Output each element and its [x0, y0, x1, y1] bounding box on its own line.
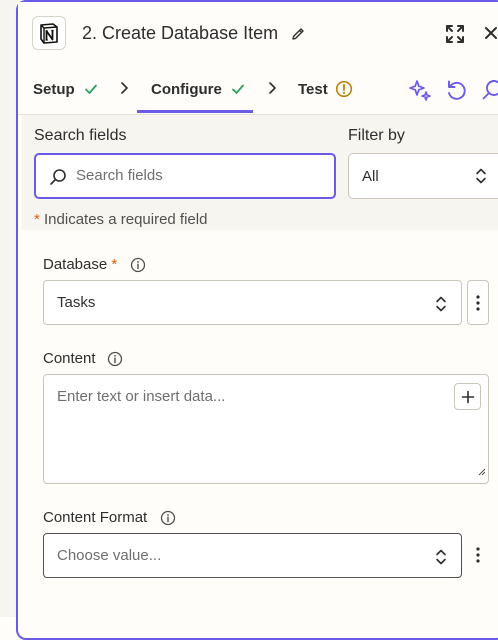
step-tabs: Setup Configure Test: [18, 66, 498, 115]
refresh-icon[interactable]: [444, 78, 468, 107]
step-title: 2. Create Database Item: [82, 23, 279, 43]
field-search-area: Search fields Filter by All * Indicates …: [22, 115, 498, 230]
chevron-up-down-icon: [435, 295, 447, 318]
search-icon[interactable]: [480, 78, 498, 107]
info-icon[interactable]: [130, 257, 146, 278]
edit-title-icon[interactable]: [290, 26, 306, 47]
expand-icon[interactable]: [445, 24, 465, 49]
database-label-text: Database: [43, 256, 108, 273]
database-more-options-button[interactable]: [467, 280, 489, 325]
database-value: Tasks: [57, 294, 96, 311]
chevron-right-icon: [120, 81, 130, 100]
check-icon: [84, 82, 98, 101]
check-icon: [231, 82, 245, 101]
chevron-right-icon: [268, 81, 278, 100]
content-format-placeholder: Choose value...: [57, 547, 162, 564]
tab-setup[interactable]: Setup: [33, 81, 75, 98]
chevron-up-down-icon: [435, 548, 447, 571]
plus-icon: [461, 390, 474, 403]
notion-icon: [32, 16, 66, 50]
more-vertical-icon: [476, 547, 480, 568]
database-select[interactable]: Tasks: [43, 280, 462, 325]
canvas-background-strip: [0, 0, 16, 617]
close-icon[interactable]: [484, 26, 498, 45]
tab-test[interactable]: Test: [298, 81, 328, 98]
resize-handle-icon[interactable]: [478, 463, 486, 481]
sparkle-icon[interactable]: [408, 78, 432, 107]
panel-header: 2. Create Database Item: [18, 2, 498, 66]
search-fields-input[interactable]: [76, 167, 326, 184]
content-label: Content: [43, 350, 96, 367]
chevron-up-down-icon: [475, 167, 487, 190]
content-format-select[interactable]: Choose value...: [43, 533, 462, 578]
info-icon[interactable]: [107, 351, 123, 372]
filter-by-select[interactable]: All: [348, 153, 498, 199]
more-vertical-icon: [476, 295, 480, 316]
search-fields-label: Search fields: [34, 127, 127, 144]
tab-configure[interactable]: Configure: [151, 81, 222, 98]
required-asterisk: *: [111, 256, 118, 273]
info-icon[interactable]: [160, 510, 176, 531]
required-asterisk: *: [34, 211, 40, 228]
step-editor-panel: 2. Create Database Item Setup Configure …: [16, 0, 498, 640]
active-tab-indicator: [137, 110, 253, 113]
insert-data-button[interactable]: [454, 383, 481, 410]
warning-icon: [335, 80, 353, 103]
search-fields-box[interactable]: [34, 153, 336, 199]
required-field-note: * Indicates a required field: [34, 211, 207, 228]
content-format-label: Content Format: [43, 509, 148, 526]
database-label: Database *: [43, 256, 117, 273]
search-icon: [48, 167, 68, 192]
required-note-text: Indicates a required field: [44, 211, 208, 228]
content-textarea[interactable]: Enter text or insert data...: [43, 374, 489, 484]
filter-by-label: Filter by: [348, 127, 405, 144]
content-placeholder: Enter text or insert data...: [57, 388, 226, 405]
content-format-more-options-button[interactable]: [467, 533, 489, 578]
filter-by-value: All: [362, 168, 379, 185]
